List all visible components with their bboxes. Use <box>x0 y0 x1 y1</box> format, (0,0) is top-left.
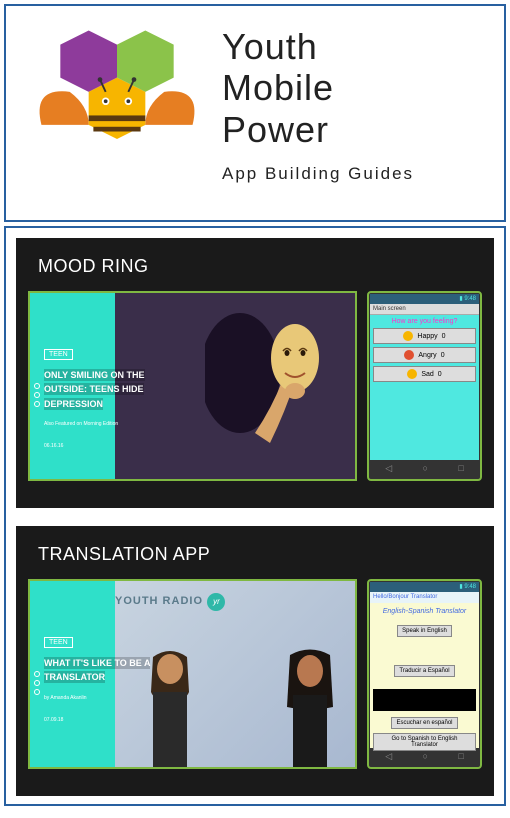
translate-spanish-button[interactable]: Traducir a Español <box>394 665 454 677</box>
phone-mockup-mood: ▮ 9:48 Main screen How are you feeling? … <box>367 291 482 481</box>
recent-icon[interactable]: □ <box>458 751 463 761</box>
article-card-mood[interactable]: TEEN ONLY SMILING ON THE OUTSIDE: TEENS … <box>28 291 357 481</box>
category-badge: TEEN <box>44 637 73 648</box>
section-mood-ring: MOOD RING <box>16 238 494 508</box>
mood-row-angry[interactable]: Angry 0 <box>373 347 476 363</box>
output-area <box>373 689 476 711</box>
back-icon[interactable]: ◁ <box>385 751 392 762</box>
home-icon[interactable]: ○ <box>423 463 428 473</box>
article-date: 06.16.16 <box>44 443 174 449</box>
article-headline: WHAT IT'S LIKE TO BE A TRANSLATOR <box>44 656 174 685</box>
speak-english-button[interactable]: Speak in English <box>397 625 452 637</box>
header-frame: Youth Mobile Power App Building Guides <box>4 4 506 222</box>
card-text-overlay: TEEN ONLY SMILING ON THE OUTSIDE: TEENS … <box>44 343 174 449</box>
app-inventor-bee-logo-icon <box>22 21 212 191</box>
mood-row-sad[interactable]: Sad 0 <box>373 366 476 382</box>
article-date: 07.09.18 <box>44 717 174 723</box>
logo-area <box>12 16 222 196</box>
happy-emoji-icon <box>403 331 413 341</box>
phone-nav-bar: ◁ ○ □ <box>370 748 479 764</box>
translator-title: English-Spanish Translator <box>373 608 476 615</box>
mood-row-happy[interactable]: Happy 0 <box>373 328 476 344</box>
section-translation: TRANSLATION APP YOUTH RADIO yr <box>16 526 494 796</box>
article-card-translation[interactable]: YOUTH RADIO yr <box>28 579 357 769</box>
title-area: Youth Mobile Power App Building Guides <box>222 16 498 184</box>
listen-spanish-button[interactable]: Escuchar en español <box>391 717 457 729</box>
phone-statusbar: ▮ 9:48 <box>370 294 479 304</box>
yr-logo-icon: yr <box>207 593 225 611</box>
content-frame: MOOD RING <box>4 226 506 806</box>
card-text-overlay: TEEN WHAT IT'S LIKE TO BE A TRANSLATOR b… <box>44 631 174 723</box>
phone-actionbar: Hello/Bonjour Translator <box>370 592 479 603</box>
recent-icon[interactable]: □ <box>458 463 463 473</box>
category-badge: TEEN <box>44 349 73 360</box>
sad-emoji-icon <box>407 369 417 379</box>
share-icons <box>34 383 40 410</box>
share-icons <box>34 671 40 698</box>
phone-mockup-translation: ▮ 9:48 Hello/Bonjour Translator English-… <box>367 579 482 769</box>
page-title: Youth Mobile Power <box>222 26 498 150</box>
person2-icon <box>275 647 345 767</box>
switch-translator-button[interactable]: Go to Spanish to English Translator <box>373 733 476 751</box>
page-subtitle: App Building Guides <box>222 164 498 184</box>
youth-radio-watermark: YOUTH RADIO yr <box>115 591 225 611</box>
section-title: MOOD RING <box>38 256 482 277</box>
phone-nav-bar: ◁ ○ □ <box>370 460 479 476</box>
section-title: TRANSLATION APP <box>38 544 482 565</box>
back-icon[interactable]: ◁ <box>385 463 392 474</box>
phone-statusbar: ▮ 9:48 <box>370 582 479 592</box>
mask-illustration-icon <box>205 303 335 463</box>
phone-actionbar: Main screen <box>370 304 479 315</box>
phone-screen: How are you feeling? Happy 0 Angry 0 Sad… <box>370 315 479 460</box>
article-byline: by Amanda Akanlin <box>44 695 174 701</box>
home-icon[interactable]: ○ <box>423 751 428 761</box>
article-headline: ONLY SMILING ON THE OUTSIDE: TEENS HIDE … <box>44 368 174 411</box>
phone-screen: English-Spanish Translator Speak in Engl… <box>370 603 479 748</box>
angry-emoji-icon <box>404 350 414 360</box>
article-meta: Also Featured on Morning Edition <box>44 421 174 427</box>
mood-prompt: How are you feeling? <box>373 318 476 325</box>
